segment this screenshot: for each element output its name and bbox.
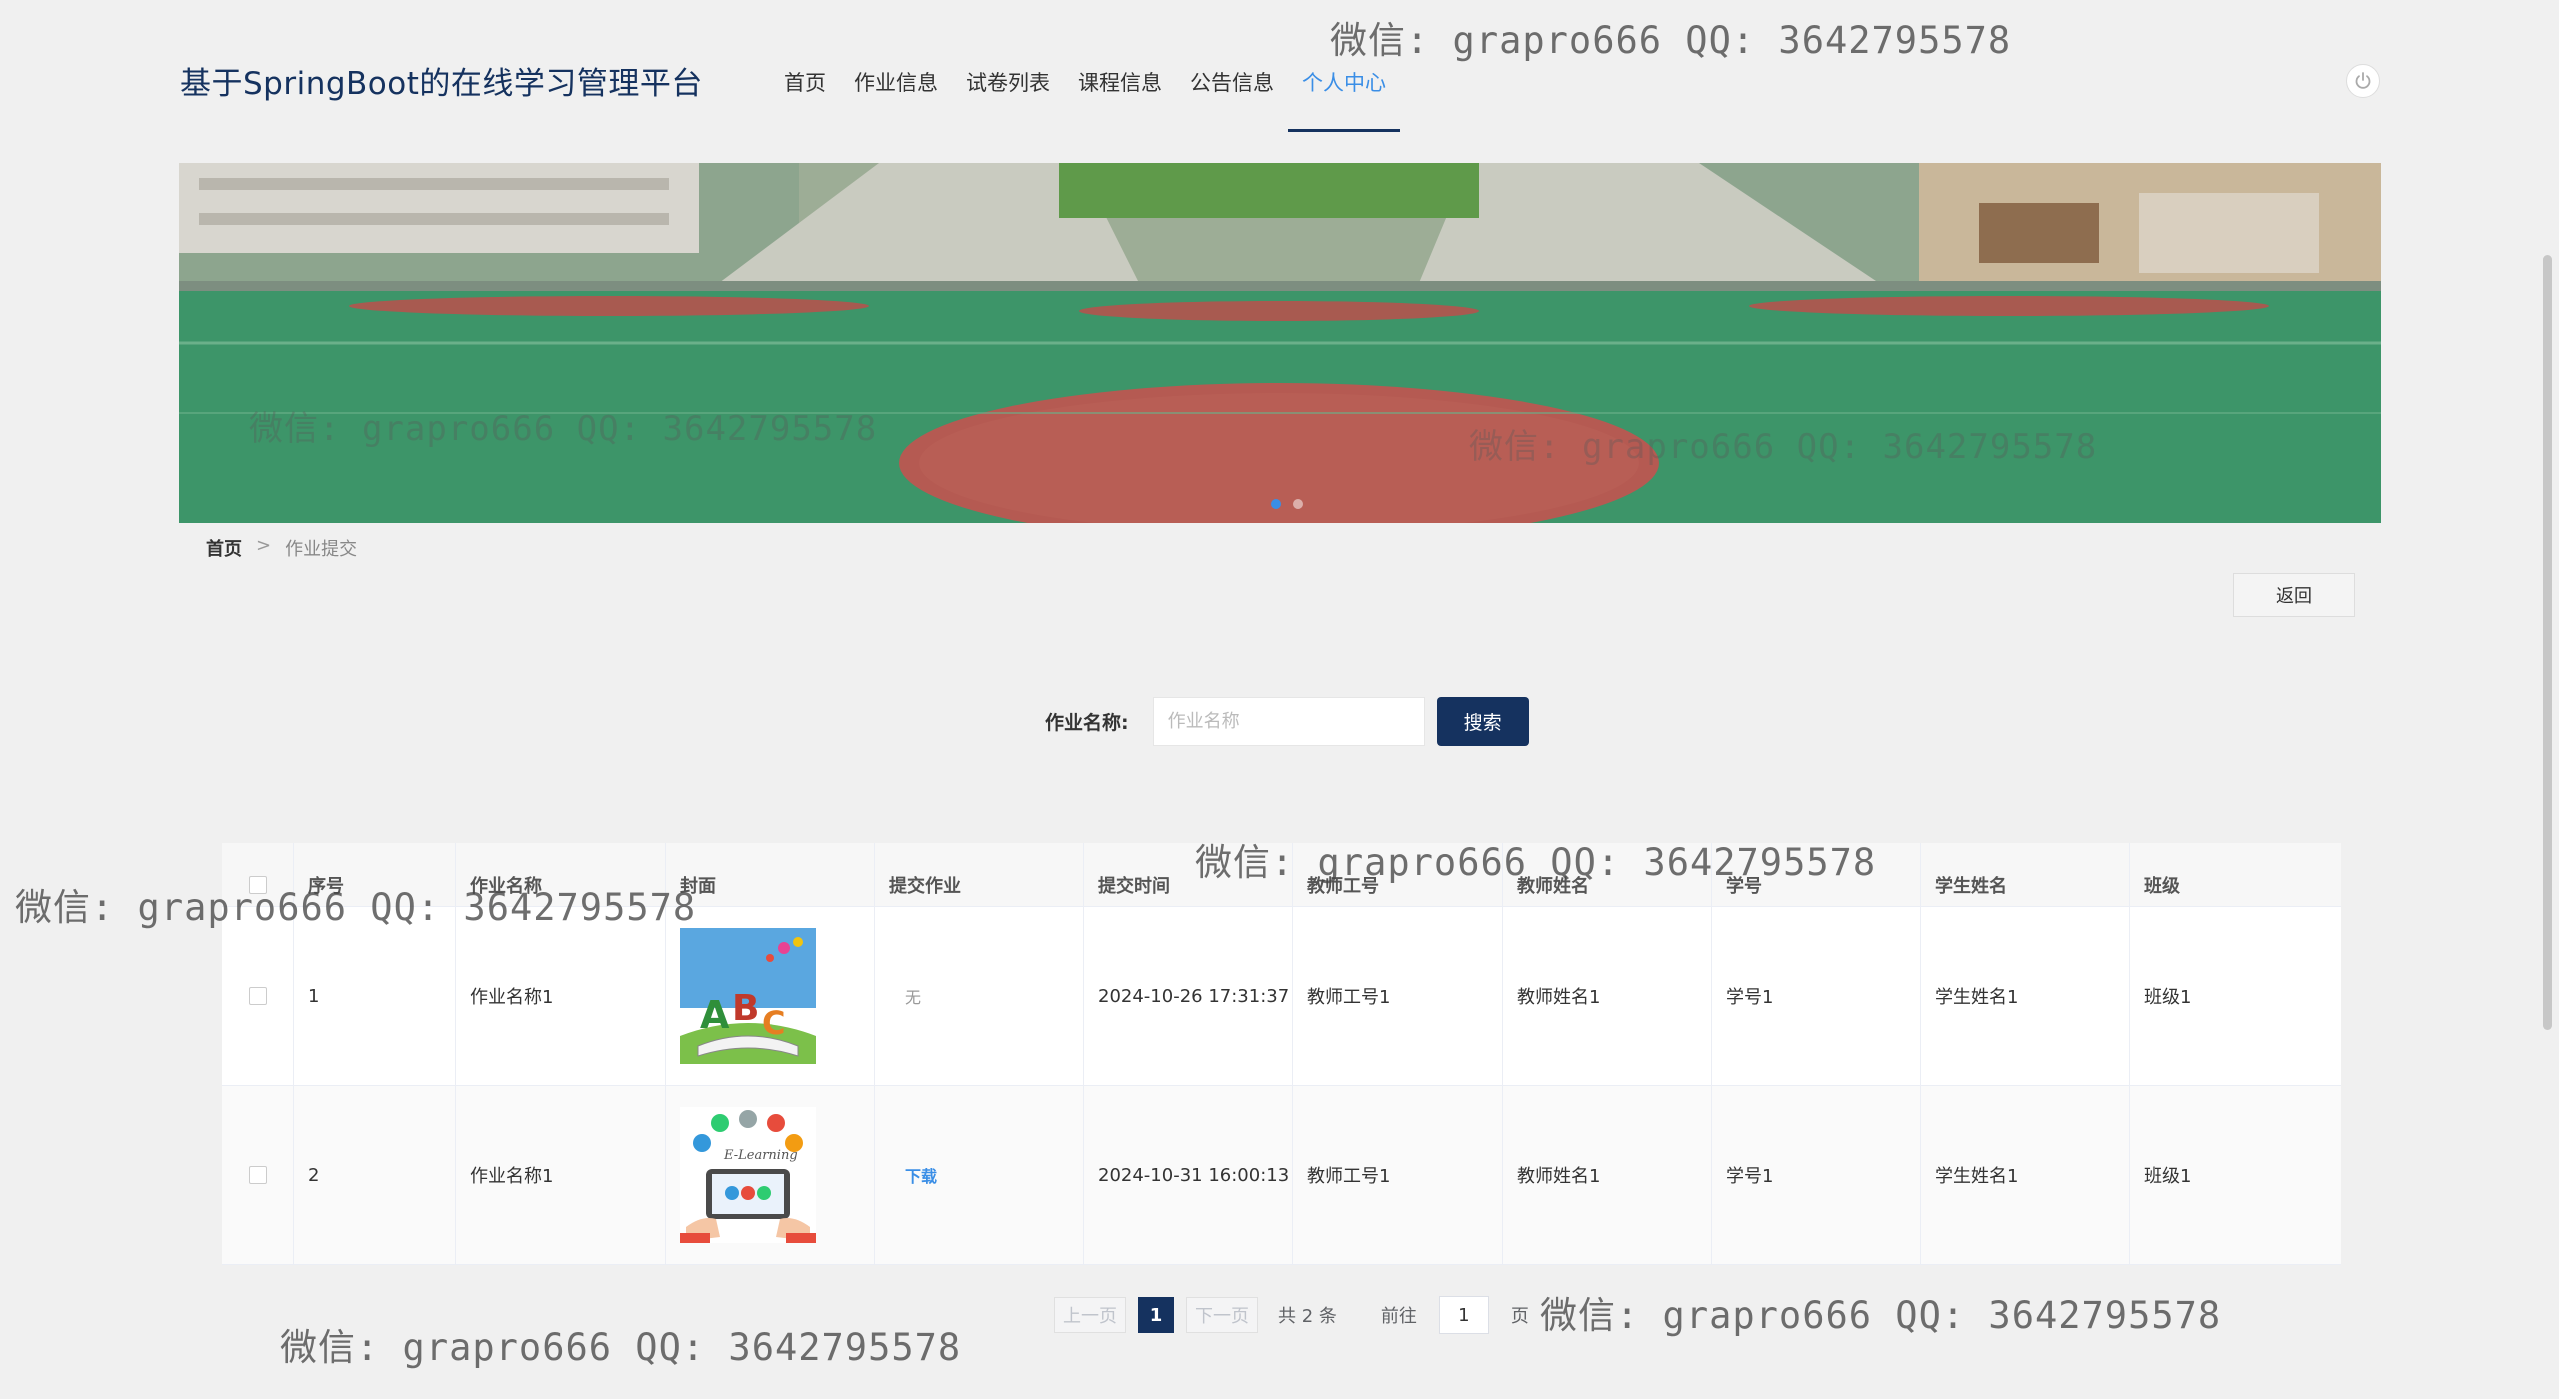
page-number-1[interactable]: 1	[1138, 1297, 1174, 1333]
column-header-submission: 提交作业	[875, 843, 1084, 906]
column-header-time: 提交时间	[1084, 843, 1293, 906]
download-link[interactable]: 下载	[889, 1163, 937, 1187]
row-checkbox-cell	[222, 1086, 294, 1264]
cell-index: 1	[294, 907, 456, 1085]
svg-text:B: B	[732, 988, 759, 1029]
cell-time: 2024-10-26 17:31:37	[1084, 907, 1293, 1085]
row-checkbox-cell	[222, 907, 294, 1085]
cell-student-id: 学号1	[1712, 907, 1921, 1085]
cell-teacher-id: 教师工号1	[1293, 1086, 1503, 1264]
column-header-index: 序号	[294, 843, 456, 906]
no-file-text: 无	[905, 988, 922, 1007]
pagination: 上一页 1 下一页 共 2 条 前往 页	[1054, 1296, 1529, 1334]
cell-cover: E-Learning	[666, 1086, 875, 1264]
table-header-row: 序号 作业名称 封面 提交作业 提交时间 教师工号 教师姓名 学号 学生姓名 班…	[222, 843, 2341, 907]
e-learning-tablet-image[interactable]: E-Learning	[680, 1107, 816, 1243]
select-all-checkbox[interactable]	[248, 875, 267, 894]
column-header-class: 班级	[2144, 875, 2180, 897]
cell-submission: 下载	[875, 1086, 1084, 1264]
breadcrumb-home[interactable]: 首页	[206, 535, 242, 561]
logout-button[interactable]	[2346, 64, 2380, 98]
column-header-teacher-name: 教师姓名	[1503, 843, 1712, 906]
nav-exam-list[interactable]: 试卷列表	[952, 0, 1064, 132]
row-checkbox[interactable]	[248, 1166, 267, 1184]
svg-text:A: A	[700, 993, 730, 1037]
nav-announcements[interactable]: 公告信息	[1176, 0, 1288, 132]
back-button[interactable]: 返回	[2233, 573, 2355, 617]
page-scrollbar[interactable]	[2543, 255, 2552, 1030]
cell-teacher-name: 教师姓名1	[1503, 907, 1712, 1085]
column-header-student-name: 学生姓名	[1921, 843, 2130, 906]
prev-page-button[interactable]: 上一页	[1054, 1297, 1126, 1333]
goto-page-input[interactable]	[1438, 1296, 1489, 1334]
cell-teacher-name: 教师姓名1	[1503, 1086, 1712, 1264]
nav-homework-info[interactable]: 作业信息	[840, 0, 952, 132]
svg-text:C: C	[762, 1004, 785, 1042]
next-page-button[interactable]: 下一页	[1186, 1297, 1258, 1333]
carousel-dot-1[interactable]	[1271, 499, 1281, 509]
banner-carousel[interactable]: 微信: grapro666 QQ: 3642795578 微信: grapro6…	[179, 163, 2381, 523]
search-bar: 作业名称: 搜索	[1045, 697, 1529, 746]
carousel-dot-2[interactable]	[1293, 499, 1303, 509]
svg-text:E-Learning: E-Learning	[723, 1148, 798, 1163]
cell-cover: A B C	[666, 907, 875, 1085]
watermark-bottom-left: 微信: grapro666 QQ: 3642795578	[280, 1326, 962, 1369]
select-all-checkbox-cell	[222, 843, 294, 906]
total-count: 共 2 条	[1278, 1306, 1337, 1327]
column-header-cover: 封面	[666, 843, 875, 906]
column-header-name: 作业名称	[456, 843, 666, 906]
cell-class: 班级1	[2144, 1166, 2192, 1187]
breadcrumb-separator: >	[256, 535, 272, 556]
cell-teacher-id: 教师工号1	[1293, 907, 1503, 1085]
table-row[interactable]: 1 作业名称1 A B C 无 2024-10-26 17:31:37 教师工号…	[222, 907, 2341, 1086]
breadcrumb: 首页 > 作业提交	[206, 535, 357, 561]
nav-course-info[interactable]: 课程信息	[1064, 0, 1176, 132]
cell-student-name: 学生姓名1	[1921, 1086, 2130, 1264]
goto-label: 前往	[1380, 1306, 1417, 1327]
cell-name: 作业名称1	[456, 907, 666, 1085]
table-row[interactable]: 2 作业名称1 E-Learning 下载 2024-10-31 16:00:1…	[222, 1086, 2341, 1265]
page-suffix: 页	[1510, 1306, 1529, 1327]
carousel-indicators	[1271, 499, 1303, 509]
cell-name: 作业名称1	[456, 1086, 666, 1264]
cell-student-name: 学生姓名1	[1921, 907, 2130, 1085]
cell-class: 班级1	[2144, 987, 2192, 1008]
nav-home[interactable]: 首页	[770, 0, 840, 132]
homework-name-search-input[interactable]	[1152, 697, 1425, 746]
column-header-teacher-id: 教师工号	[1293, 843, 1503, 906]
top-header: 基于SpringBoot的在线学习管理平台 首页 作业信息 试卷列表 课程信息 …	[0, 0, 2559, 140]
cell-time: 2024-10-31 16:00:13	[1084, 1086, 1293, 1264]
nav-personal-center[interactable]: 个人中心	[1288, 0, 1400, 132]
power-icon	[2355, 72, 2371, 89]
breadcrumb-current: 作业提交	[285, 539, 358, 560]
search-button[interactable]: 搜索	[1436, 697, 1529, 746]
row-checkbox[interactable]	[248, 987, 267, 1005]
search-label: 作业名称:	[1045, 712, 1129, 734]
cell-student-id: 学号1	[1712, 1086, 1921, 1264]
cell-submission: 无	[875, 907, 1084, 1085]
main-nav: 首页 作业信息 试卷列表 课程信息 公告信息 个人中心	[770, 0, 1400, 132]
abc-book-image[interactable]: A B C	[680, 928, 816, 1064]
column-header-student-id: 学号	[1712, 843, 1921, 906]
cell-index: 2	[294, 1086, 456, 1264]
watermark-bottom-right: 微信: grapro666 QQ: 3642795578	[1540, 1294, 2222, 1337]
banner-image	[179, 163, 2381, 523]
submission-table: 序号 作业名称 封面 提交作业 提交时间 教师工号 教师姓名 学号 学生姓名 班…	[222, 843, 2341, 1265]
site-title: 基于SpringBoot的在线学习管理平台	[180, 66, 703, 102]
